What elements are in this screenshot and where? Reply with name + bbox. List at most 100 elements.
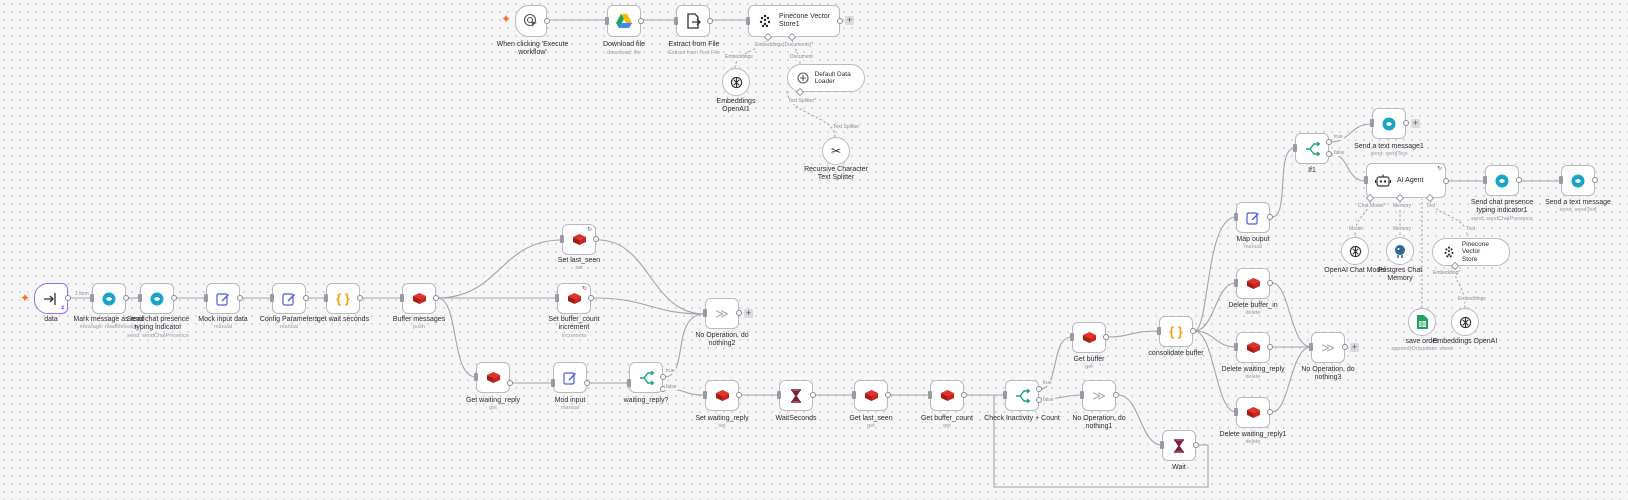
node-send-presence1[interactable] [1485,165,1519,196]
node-data[interactable]: ⧗ [34,283,68,314]
port-out[interactable] [237,295,243,301]
port-out[interactable] [1267,409,1273,415]
port-in[interactable] [400,294,404,302]
node-recursive-splitter[interactable]: ✂ [822,137,850,165]
node-map-output[interactable] [1236,202,1270,233]
node-mark-read[interactable] [92,283,126,314]
port-out[interactable] [588,295,594,301]
node-pinecone-store1[interactable]: Pinecone Vector Store1 [748,5,840,37]
node-save-order[interactable] [1408,308,1436,336]
port-out[interactable] [736,392,742,398]
port-in[interactable] [1003,391,1007,399]
port-out[interactable] [1267,344,1273,350]
node-ai-agent[interactable]: AI Agent ↻ [1366,163,1446,198]
add-node-button[interactable]: + [744,309,753,318]
port-in[interactable] [204,294,208,302]
port-out[interactable] [507,380,513,386]
node-config-params[interactable] [272,283,306,314]
port-out-true[interactable] [1036,386,1042,392]
port-out[interactable] [1193,442,1199,448]
node-delete-buffer-in[interactable] [1236,268,1270,299]
port-in[interactable] [1160,441,1164,449]
port-out[interactable] [1103,334,1109,340]
port-out[interactable] [1443,178,1449,184]
port-in[interactable] [324,294,328,302]
node-mock-input[interactable] [206,283,240,314]
port-out[interactable] [357,295,363,301]
port-in[interactable] [1234,213,1238,221]
port-out[interactable] [885,392,891,398]
node-buffer-messages[interactable] [402,283,436,314]
port-in[interactable] [605,17,609,25]
port-in[interactable] [852,391,856,399]
node-set-last-seen[interactable]: ↻ [562,224,596,255]
port-in[interactable] [1070,333,1074,341]
node-get-waiting-reply[interactable] [476,362,510,393]
node-noop2[interactable]: ≫ [705,298,739,329]
port-in[interactable] [1483,176,1487,184]
node-mod-input[interactable] [553,362,587,393]
node-consolidate-buffer[interactable]: { } [1159,316,1193,347]
node-delete-waiting-reply1[interactable] [1236,397,1270,428]
node-delete-waiting-reply[interactable] [1236,332,1270,363]
node-check-inactivity[interactable] [1005,380,1039,411]
node-send-presence[interactable] [140,283,174,314]
add-node-button[interactable]: + [1411,119,1420,128]
port-out[interactable] [837,18,843,24]
port-in[interactable] [703,391,707,399]
node-send-text[interactable] [1561,165,1595,196]
node-get-buffer-count[interactable] [930,380,964,411]
port-out[interactable] [1113,392,1119,398]
node-extract-file[interactable] [676,5,710,37]
port-in[interactable] [1370,119,1374,127]
port-out[interactable] [1403,120,1409,126]
port-out[interactable] [544,18,550,24]
port-in[interactable] [1234,408,1238,416]
port-in[interactable] [1364,176,1368,184]
node-get-wait-seconds[interactable]: { } [326,283,360,314]
node-get-last-seen[interactable] [854,380,888,411]
port-out[interactable] [1342,344,1348,350]
node-noop1[interactable]: ≫ [1082,380,1116,411]
add-node-button[interactable]: + [845,16,854,25]
port-out-true[interactable] [1326,139,1332,145]
port-in[interactable] [90,294,94,302]
node-wait-seconds[interactable] [779,380,813,411]
port-in[interactable] [1559,176,1563,184]
port-out[interactable] [65,295,71,301]
port-in[interactable] [1234,343,1238,351]
port-in[interactable] [1293,144,1297,152]
port-in[interactable] [777,391,781,399]
port-in[interactable] [560,235,564,243]
port-out[interactable] [1516,177,1522,183]
node-noop3[interactable]: ≫ [1311,332,1345,363]
port-in[interactable] [270,294,274,302]
port-out-false[interactable] [1326,151,1332,157]
port-out[interactable] [123,295,129,301]
port-out[interactable] [433,295,439,301]
port-out[interactable] [171,295,177,301]
add-node-button[interactable]: + [1350,343,1359,352]
node-postgres-memory[interactable] [1386,237,1414,265]
port-out[interactable] [593,236,599,242]
node-send-text1[interactable] [1372,108,1406,139]
port-out[interactable] [1190,328,1196,334]
port-out[interactable] [303,295,309,301]
port-out[interactable] [736,310,742,316]
port-in[interactable] [703,309,707,317]
port-in[interactable] [138,294,142,302]
node-set-buffer-count[interactable]: ↻ [557,283,591,314]
port-out[interactable] [1267,280,1273,286]
port-out[interactable] [707,18,713,24]
node-set-waiting-reply[interactable] [705,380,739,411]
port-out[interactable] [1592,177,1598,183]
execute-workflow-bolt-icon-2[interactable]: ✦ [20,291,30,305]
node-if1[interactable] [1295,133,1329,164]
node-download-file[interactable] [607,5,641,37]
port-in[interactable] [1234,279,1238,287]
port-out[interactable] [810,392,816,398]
port-out-true[interactable] [660,374,666,380]
execute-workflow-bolt-icon[interactable]: ✦ [501,12,511,26]
port-in[interactable] [746,17,750,25]
node-get-buffer[interactable] [1072,322,1106,353]
